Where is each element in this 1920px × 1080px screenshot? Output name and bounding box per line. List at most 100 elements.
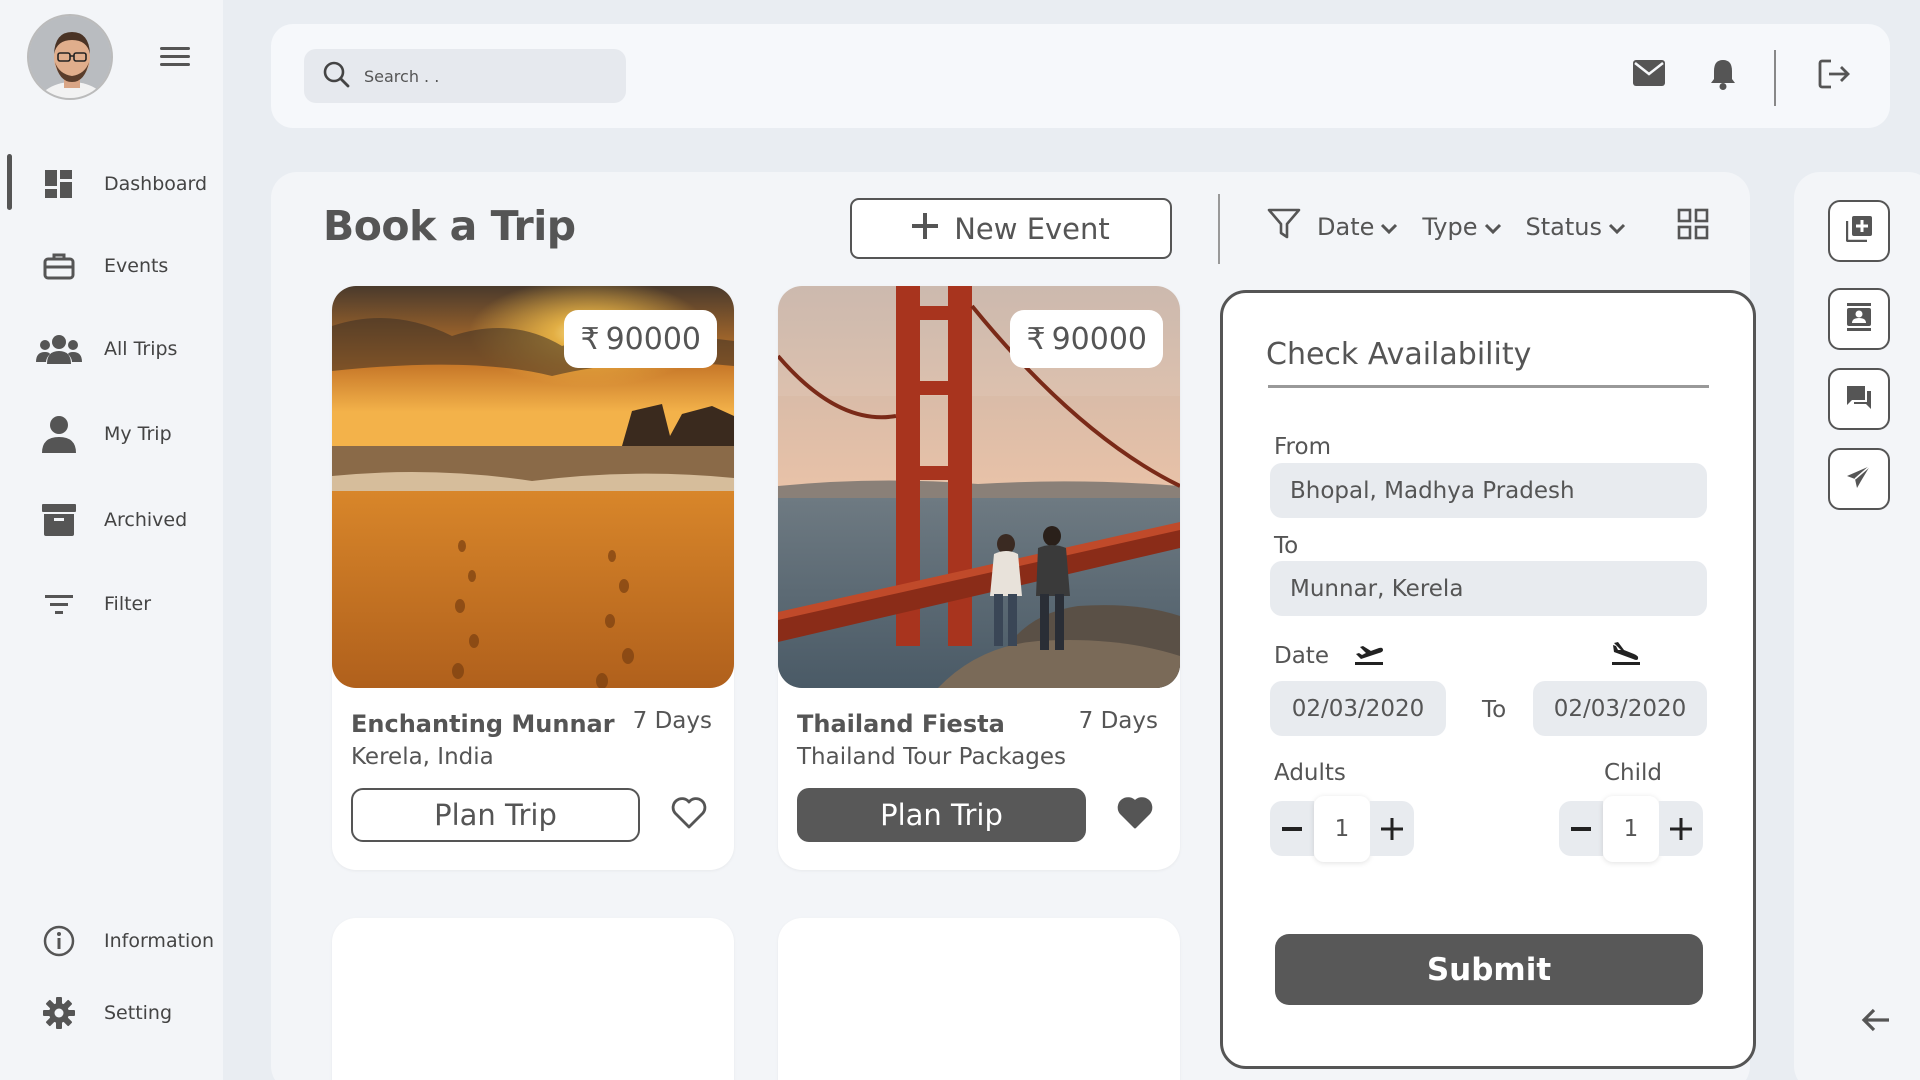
active-indicator xyxy=(7,154,12,210)
contact-book-icon xyxy=(1847,303,1871,335)
status-dropdown[interactable]: Status xyxy=(1526,213,1626,241)
grid-view-icon[interactable] xyxy=(1677,208,1709,244)
top-divider xyxy=(1774,50,1776,106)
sidebar: Dashboard Events All Trips My Trip Archi… xyxy=(0,0,223,1080)
add-library-button[interactable] xyxy=(1828,200,1890,262)
sidebar-item-label: Events xyxy=(104,255,169,277)
sidebar-item-label: All Trips xyxy=(104,338,178,360)
date-to-label: To xyxy=(1482,697,1507,723)
from-field[interactable]: Bhopal, Madhya Pradesh xyxy=(1270,463,1707,518)
mail-icon[interactable] xyxy=(1633,60,1665,90)
sidebar-item-setting[interactable]: Setting xyxy=(36,993,172,1033)
gear-icon xyxy=(36,993,82,1033)
price-value: 90000 xyxy=(1051,321,1147,357)
plan-trip-button[interactable]: Plan Trip xyxy=(351,788,640,842)
adults-stepper: 1 xyxy=(1270,795,1414,862)
avatar[interactable] xyxy=(27,14,113,100)
plus-icon[interactable] xyxy=(1659,801,1703,856)
right-rail xyxy=(1794,172,1920,1080)
submit-button[interactable]: Submit xyxy=(1275,934,1703,1005)
sidebar-item-label: Setting xyxy=(104,1002,173,1024)
date-label: Date xyxy=(1274,643,1329,669)
adults-label: Adults xyxy=(1274,760,1346,786)
dashboard-icon xyxy=(36,164,82,204)
sidebar-item-my-trip[interactable]: My Trip xyxy=(36,414,172,454)
sidebar-item-label: Information xyxy=(104,930,214,952)
title-underline xyxy=(1268,385,1709,388)
sidebar-item-archived[interactable]: Archived xyxy=(36,500,187,540)
trip-title: Enchanting Munnar xyxy=(351,710,615,738)
child-label: Child xyxy=(1604,760,1663,786)
trip-card-placeholder xyxy=(778,918,1180,1080)
check-availability-panel: Check Availability From Bhopal, Madhya P… xyxy=(1220,290,1756,1069)
price-tag: ₹ 90000 xyxy=(1010,310,1163,368)
briefcase-icon xyxy=(36,246,82,286)
plan-trip-button[interactable]: Plan Trip xyxy=(797,788,1086,842)
adults-value[interactable]: 1 xyxy=(1314,795,1370,862)
type-dropdown-label: Type xyxy=(1422,213,1478,241)
plus-icon[interactable] xyxy=(1370,801,1414,856)
child-value[interactable]: 1 xyxy=(1603,795,1659,862)
type-dropdown[interactable]: Type xyxy=(1422,213,1501,241)
funnel-icon[interactable] xyxy=(1267,208,1301,246)
from-label: From xyxy=(1274,434,1331,460)
to-label: To xyxy=(1274,533,1299,559)
group-icon xyxy=(36,329,82,369)
heart-outline-icon[interactable] xyxy=(671,797,707,833)
trip-card-placeholder xyxy=(332,918,734,1080)
sidebar-item-information[interactable]: Information xyxy=(36,921,214,961)
date-to-field[interactable]: 02/03/2020 xyxy=(1533,681,1707,736)
trip-duration: 7 Days xyxy=(1078,708,1158,734)
new-event-button[interactable]: New Event xyxy=(850,198,1172,259)
menu-icon[interactable] xyxy=(160,47,190,69)
sidebar-item-all-trips[interactable]: All Trips xyxy=(36,329,177,369)
flight-takeoff-icon xyxy=(1353,642,1385,670)
search-input[interactable] xyxy=(364,66,604,86)
date-from-field[interactable]: 02/03/2020 xyxy=(1270,681,1446,736)
info-icon xyxy=(36,921,82,961)
trip-title: Thailand Fiesta xyxy=(797,710,1005,738)
trip-duration: 7 Days xyxy=(632,708,712,734)
search-box[interactable] xyxy=(304,49,626,103)
rupee-icon: ₹ xyxy=(580,321,600,357)
child-stepper: 1 xyxy=(1559,795,1703,862)
sidebar-item-filter[interactable]: Filter xyxy=(36,584,151,624)
sidebar-item-label: My Trip xyxy=(104,423,172,445)
status-dropdown-label: Status xyxy=(1525,213,1602,241)
sidebar-item-label: Dashboard xyxy=(104,173,208,195)
send-button[interactable] xyxy=(1828,448,1890,510)
date-dropdown[interactable]: Date xyxy=(1317,213,1398,241)
chevron-down-icon xyxy=(1484,213,1502,241)
chat-button[interactable] xyxy=(1828,368,1890,430)
trip-card[interactable]: ₹ 90000 Enchanting Munnar 7 Days Kerela,… xyxy=(332,286,734,870)
rupee-icon: ₹ xyxy=(1026,321,1046,357)
archive-icon xyxy=(36,500,82,540)
sidebar-item-dashboard[interactable]: Dashboard xyxy=(36,164,207,204)
bell-icon[interactable] xyxy=(1709,58,1737,94)
filter-lines-icon xyxy=(36,584,82,624)
filter-bar: Date Type Status xyxy=(1267,208,1626,246)
minus-icon[interactable] xyxy=(1559,801,1603,856)
top-bar xyxy=(271,24,1890,128)
heart-filled-icon[interactable] xyxy=(1117,797,1153,833)
logout-icon[interactable] xyxy=(1817,58,1851,94)
search-icon xyxy=(322,60,350,92)
contact-book-button[interactable] xyxy=(1828,288,1890,350)
to-field[interactable]: Munnar, Kerela xyxy=(1270,561,1707,616)
new-event-label: New Event xyxy=(954,211,1110,246)
sidebar-item-events[interactable]: Events xyxy=(36,246,168,286)
add-library-icon xyxy=(1845,216,1872,246)
date-dropdown-label: Date xyxy=(1317,213,1375,241)
trip-location: Kerela, India xyxy=(351,744,494,770)
plus-icon xyxy=(912,212,939,246)
trip-card[interactable]: ₹ 90000 Thailand Fiesta 7 Days Thailand … xyxy=(778,286,1180,870)
chevron-down-icon xyxy=(1608,213,1626,241)
price-value: 90000 xyxy=(605,321,701,357)
trip-location: Thailand Tour Packages xyxy=(797,744,1066,770)
chevron-down-icon xyxy=(1380,213,1398,241)
page-title: Book a Trip xyxy=(323,202,576,250)
sidebar-item-label: Filter xyxy=(104,593,152,615)
minus-icon[interactable] xyxy=(1270,801,1314,856)
arrow-left-icon[interactable] xyxy=(1861,1008,1891,1036)
availability-title: Check Availability xyxy=(1266,337,1532,372)
